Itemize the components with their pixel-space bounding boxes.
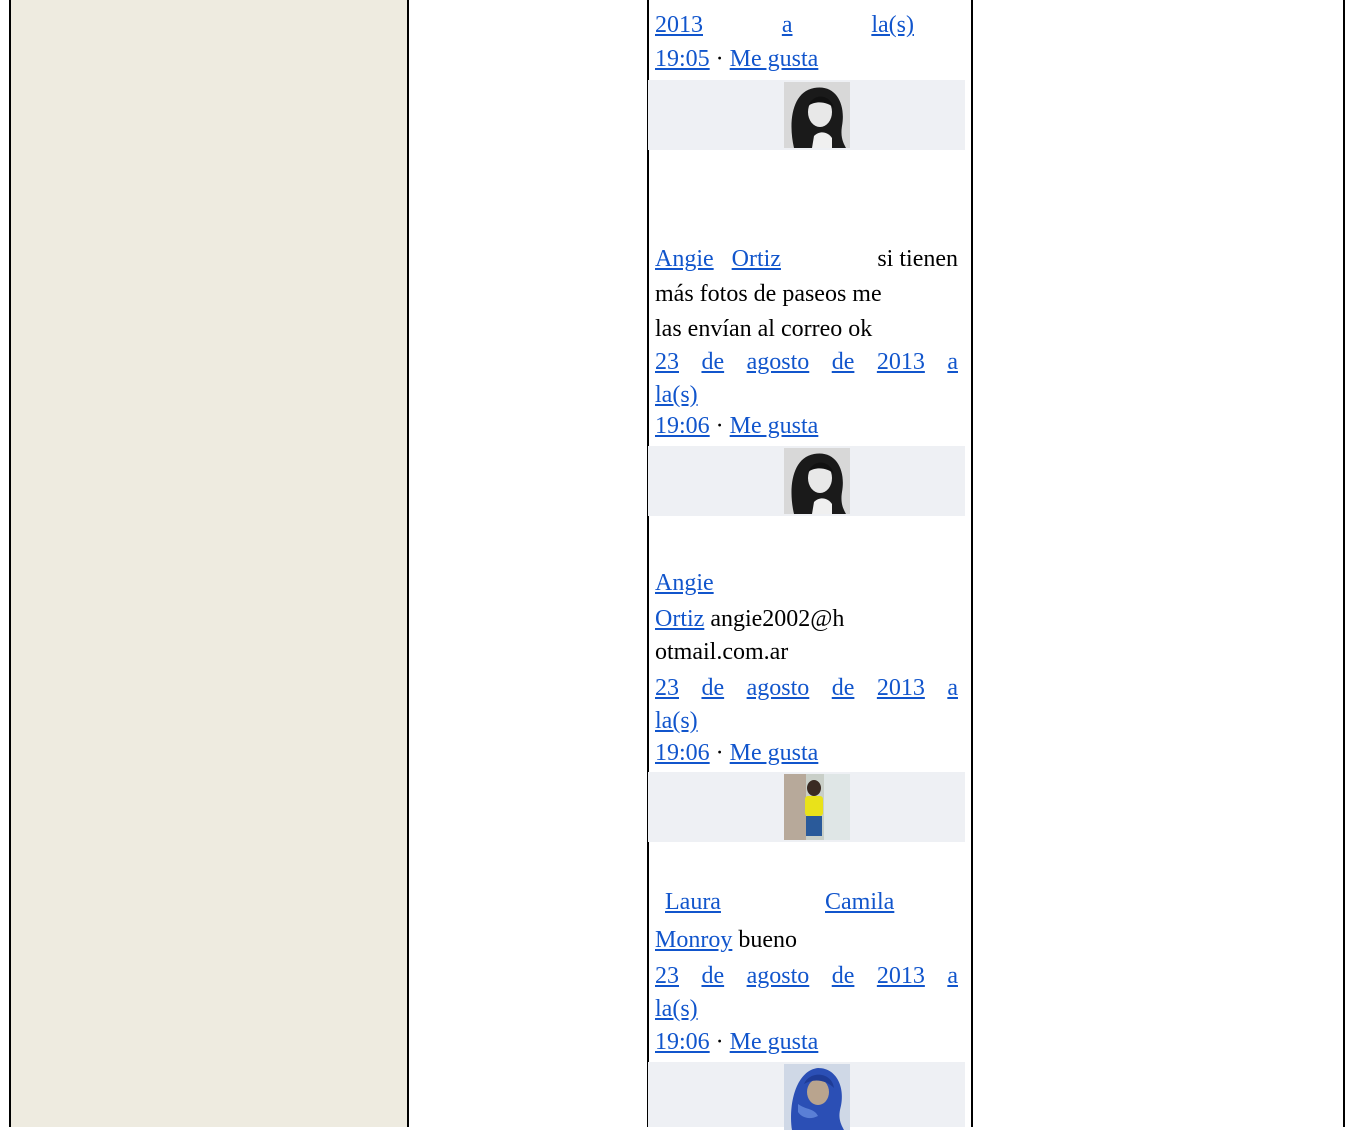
time-link[interactable]: 19:06 xyxy=(655,740,710,766)
comments-column xyxy=(649,0,973,1127)
left-shaded-column xyxy=(9,0,409,1127)
like-link[interactable]: Me gusta xyxy=(730,1029,819,1055)
time-link[interactable]: 19:06 xyxy=(655,1029,710,1055)
time-link[interactable]: 19:05 xyxy=(655,46,710,72)
comment-text: bueno xyxy=(738,927,797,953)
date-link[interactable]: la(s) xyxy=(871,10,914,40)
comment-text: las envían al correo ok xyxy=(655,316,873,342)
date-link[interactable]: 23 de agosto de 2013 a xyxy=(655,673,958,703)
date-link-tail: la(s) xyxy=(655,994,958,1024)
date-link-tail: la(s) xyxy=(655,380,958,410)
author-link[interactable]: Angie xyxy=(655,570,714,596)
comment-text: si tienen xyxy=(877,246,958,272)
avatar-band xyxy=(648,1062,965,1130)
comment-meta-line: 19:06 · Me gusta xyxy=(655,1027,958,1057)
dark-hair-portrait-icon[interactable] xyxy=(784,82,850,148)
like-link[interactable]: Me gusta xyxy=(730,740,819,766)
comment-author-line: Angie Ortiz si tienen xyxy=(655,244,958,274)
separator-dot: · xyxy=(715,413,724,439)
comments-table xyxy=(9,0,1345,1127)
dark-hair-portrait-icon[interactable] xyxy=(784,448,850,514)
avatar-band xyxy=(648,772,965,842)
comment-text: angie2002@h xyxy=(710,606,845,632)
author-link[interactable]: Ortiz xyxy=(732,246,781,272)
comment-text: otmail.com.ar xyxy=(655,639,789,665)
blue-hair-portrait-icon[interactable] xyxy=(784,1064,850,1130)
comment-text-line: Ortiz angie2002@h xyxy=(655,604,958,634)
avatar-band xyxy=(648,80,965,150)
author-link[interactable]: Angie xyxy=(655,246,714,272)
separator-dot: · xyxy=(715,1029,724,1055)
comment-meta-line: 19:05 · Me gusta xyxy=(655,44,958,74)
empty-column xyxy=(409,0,649,1127)
like-link[interactable]: Me gusta xyxy=(730,46,819,72)
comment-author-line: Angie xyxy=(655,568,958,598)
author-link[interactable]: Monroy xyxy=(655,927,732,953)
author-link[interactable]: Laura xyxy=(665,887,721,917)
yellow-shirt-person-icon[interactable] xyxy=(784,774,850,840)
date-link[interactable]: la(s) xyxy=(655,382,698,408)
comment-text-line: Monroy bueno xyxy=(655,925,958,955)
comment-meta-line: 19:06 · Me gusta xyxy=(655,411,958,441)
author-link[interactable]: Ortiz xyxy=(655,606,704,632)
like-link[interactable]: Me gusta xyxy=(730,413,819,439)
date-link[interactable]: 23 de agosto de 2013 a xyxy=(655,347,958,377)
separator-dot: · xyxy=(715,740,724,766)
date-link[interactable]: a xyxy=(782,10,793,40)
date-link[interactable]: 23 de agosto de 2013 a xyxy=(655,961,958,991)
date-link[interactable]: la(s) xyxy=(655,996,698,1022)
comment-text: más fotos de paseos me xyxy=(655,281,882,307)
author-link[interactable]: Camila xyxy=(825,887,894,917)
date-link[interactable]: 2013 xyxy=(655,10,703,40)
date-link-tail: la(s) xyxy=(655,706,958,736)
avatar-band xyxy=(648,446,965,516)
separator-dot: · xyxy=(715,46,724,72)
right-empty-column xyxy=(973,0,1345,1127)
comment-meta-line: 19:06 · Me gusta xyxy=(655,738,958,768)
date-link[interactable]: la(s) xyxy=(655,708,698,734)
time-link[interactable]: 19:06 xyxy=(655,413,710,439)
comment-date-line: 2013 a la(s) xyxy=(655,10,958,40)
